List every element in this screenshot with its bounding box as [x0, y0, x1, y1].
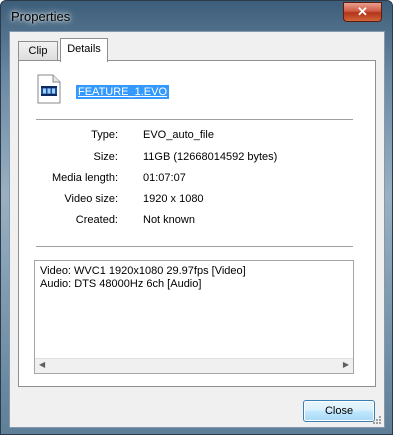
type-label: Type:	[91, 129, 118, 141]
created-value: Not known	[143, 214, 195, 226]
video-stream-line: Video: WVC1 1920x1080 29.97fps [Video]	[40, 265, 246, 277]
divider	[36, 119, 353, 120]
scroll-left-icon[interactable]: ◀	[39, 360, 45, 369]
scroll-right-icon[interactable]: ▶	[343, 360, 349, 369]
title-bar[interactable]: Properties ✕	[1, 1, 392, 31]
horizontal-scrollbar[interactable]: ◀ ▶	[35, 358, 353, 373]
stream-info-box[interactable]: Video: WVC1 1920x1080 29.97fps [Video] A…	[34, 260, 354, 374]
details-panel: FEATURE_1.EVO Type: EVO_auto_file Size: …	[18, 60, 376, 387]
size-value: 11GB (12668014592 bytes)	[143, 151, 278, 163]
close-button[interactable]: Close	[303, 400, 375, 422]
media-length-label: Media length:	[51, 172, 118, 184]
media-length-value: 01:07:07	[143, 172, 186, 184]
video-size-value: 1920 x 1080	[143, 193, 204, 205]
file-name-field[interactable]: FEATURE_1.EVO	[76, 85, 170, 99]
window-title: Properties	[11, 9, 71, 24]
type-value: EVO_auto_file	[143, 129, 214, 141]
tab-clip[interactable]: Clip	[18, 41, 58, 61]
resize-grip-icon[interactable]	[372, 415, 382, 425]
tab-details[interactable]: Details	[60, 38, 108, 62]
audio-stream-line: Audio: DTS 48000Hz 6ch [Audio]	[40, 278, 202, 290]
window-close-button[interactable]: ✕	[343, 2, 382, 22]
size-label: Size:	[93, 151, 118, 163]
dialog-client-area: Clip Details FEATURE_1.EVO Type: EVO_aut…	[9, 31, 385, 428]
properties-dialog: Properties ✕ Clip Details FEATURE_1.EVO …	[0, 0, 393, 435]
created-label: Created:	[75, 214, 118, 226]
video-size-label: Video size:	[64, 193, 118, 205]
divider	[36, 246, 353, 247]
video-file-icon	[37, 74, 61, 104]
